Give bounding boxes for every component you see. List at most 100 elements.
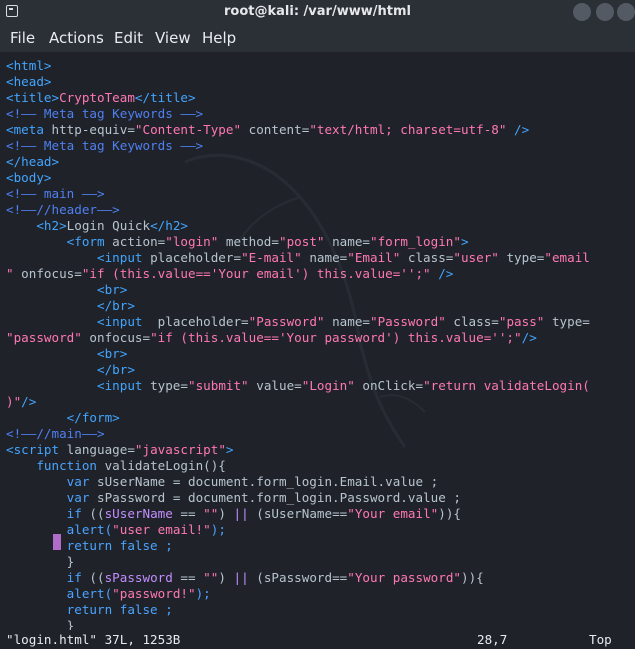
file-info: "login.html" 37L, 1253B (6, 632, 181, 647)
code-token: <!—— Meta tag Keywords ——> (6, 106, 204, 121)
code-token: " (6, 266, 14, 281)
code-token: )){ (438, 506, 462, 521)
code-line: return false ; (6, 538, 173, 554)
menu-bar: File Actions Edit View Help (0, 24, 635, 52)
code-line: )"/> (6, 394, 36, 410)
code-token: "Password" (248, 314, 325, 329)
code-line: <input placeholder="Password" name="Pass… (6, 314, 590, 330)
minimize-button[interactable] (573, 3, 591, 21)
window-title: root@kali: /var/www/html (224, 4, 411, 19)
code-token: method= (218, 234, 279, 249)
menu-edit[interactable]: Edit (114, 29, 143, 47)
code-line: if ((sPassword == "") || (sPassword=="Yo… (6, 570, 484, 586)
code-token: type= (544, 314, 590, 329)
menu-file[interactable]: File (10, 29, 35, 47)
code-token: type= (498, 250, 545, 265)
code-token: (( (89, 570, 105, 585)
code-token: function (6, 458, 105, 473)
code-token: > (225, 442, 234, 457)
code-line: <body> (6, 170, 52, 186)
code-token: "text/html; charset=utf-8" (309, 122, 507, 137)
maximize-button[interactable] (596, 3, 614, 21)
code-token: || (233, 506, 249, 521)
code-token: "email (544, 250, 590, 265)
code-token: class= (400, 250, 454, 265)
code-token: > (460, 234, 469, 249)
code-token: "password" (6, 330, 82, 345)
code-token: <br> (6, 346, 128, 361)
menu-view[interactable]: View (155, 29, 191, 47)
code-token: )" (6, 394, 22, 409)
code-token: placeholder= (157, 314, 249, 329)
cursor-position: 28,7 (477, 632, 508, 647)
code-line: <br> (6, 346, 127, 362)
code-line: <br> (6, 282, 127, 298)
code-token: /> (521, 330, 537, 345)
code-token: } (6, 618, 75, 630)
code-token: "post" (278, 234, 325, 249)
code-line: </form> (6, 410, 120, 426)
code-token: <!—— main ——> (6, 186, 105, 201)
code-line: <head> (6, 74, 52, 90)
code-token: "submit" (187, 378, 249, 393)
code-token: "if (this.value=='Your email') this.valu… (81, 266, 431, 281)
code-token: </br> (6, 362, 135, 377)
code-token: "E-mail" (241, 250, 302, 265)
menu-actions[interactable]: Actions (49, 29, 104, 47)
code-token: onfocus= (13, 266, 82, 281)
code-line: <form action="login" method="post" name=… (6, 234, 469, 250)
code-token: "Email" (347, 250, 401, 265)
code-token: } (6, 554, 75, 569)
code-token: /> (430, 266, 454, 281)
code-token: == (172, 506, 204, 521)
code-token: Login Quick (66, 218, 151, 233)
title-bar: root@kali: /var/www/html (0, 0, 635, 24)
code-token: validateLogin(){ (104, 458, 226, 473)
code-line: <h2>Login Quick</h2> (6, 218, 188, 234)
close-button[interactable] (617, 3, 635, 21)
code-token: ); (210, 522, 226, 537)
code-line: <!——//header——> (6, 202, 120, 218)
code-token: <!—— Meta tag Keywords ——> (6, 138, 204, 153)
code-token: return false ; (6, 602, 173, 617)
code-token: (( (89, 506, 105, 521)
code-token: == (172, 570, 204, 585)
code-editor[interactable]: <html> <head> <title>CryptoTeam</title> <!—… (0, 52, 635, 630)
code-token: "user" (453, 250, 499, 265)
code-token: "if (this.value=='Your password') this.v… (150, 330, 522, 345)
code-token: value= (248, 378, 302, 393)
code-token: /> (21, 394, 37, 409)
code-token: </title> (134, 90, 196, 105)
code-token: sPassword = document.form_login.Password… (97, 490, 461, 505)
code-token: "Password" (369, 314, 446, 329)
code-token: <html> (6, 58, 52, 73)
code-token: </h2> (150, 218, 188, 233)
code-line: } (6, 618, 75, 630)
code-line: if ((sUserName == "") || (sUserName=="Yo… (6, 506, 461, 522)
code-line: </head> (6, 154, 59, 170)
code-token: "" (203, 570, 219, 585)
code-token: </form> (6, 410, 120, 425)
code-token: "login" (165, 234, 219, 249)
code-token: </br> (6, 298, 135, 313)
code-token: "pass" (498, 314, 545, 329)
code-token: "user email!" (112, 522, 211, 537)
status-line: "login.html" 37L, 1253B 28,7 Top (0, 630, 635, 649)
code-token: (sPassword== (248, 570, 348, 585)
text-cursor (53, 534, 61, 550)
code-token: return false ; (6, 538, 173, 553)
code-line: function validateLogin(){ (6, 458, 226, 474)
code-token: || (233, 570, 249, 585)
code-token: <body> (6, 170, 52, 185)
code-token: "javascript" (134, 442, 226, 457)
code-token: )){ (461, 570, 484, 585)
code-line: <!——//main——> (6, 426, 105, 442)
code-line: <html> (6, 58, 52, 74)
code-token: <input (6, 250, 151, 265)
code-token: sUserName = document.form_login.Email.va… (97, 474, 439, 489)
code-line: var sUserName = document.form_login.Emai… (6, 474, 439, 490)
code-token: name= (301, 250, 348, 265)
menu-help[interactable]: Help (202, 29, 236, 47)
code-token: language= (66, 442, 135, 457)
code-line: </br> (6, 362, 135, 378)
